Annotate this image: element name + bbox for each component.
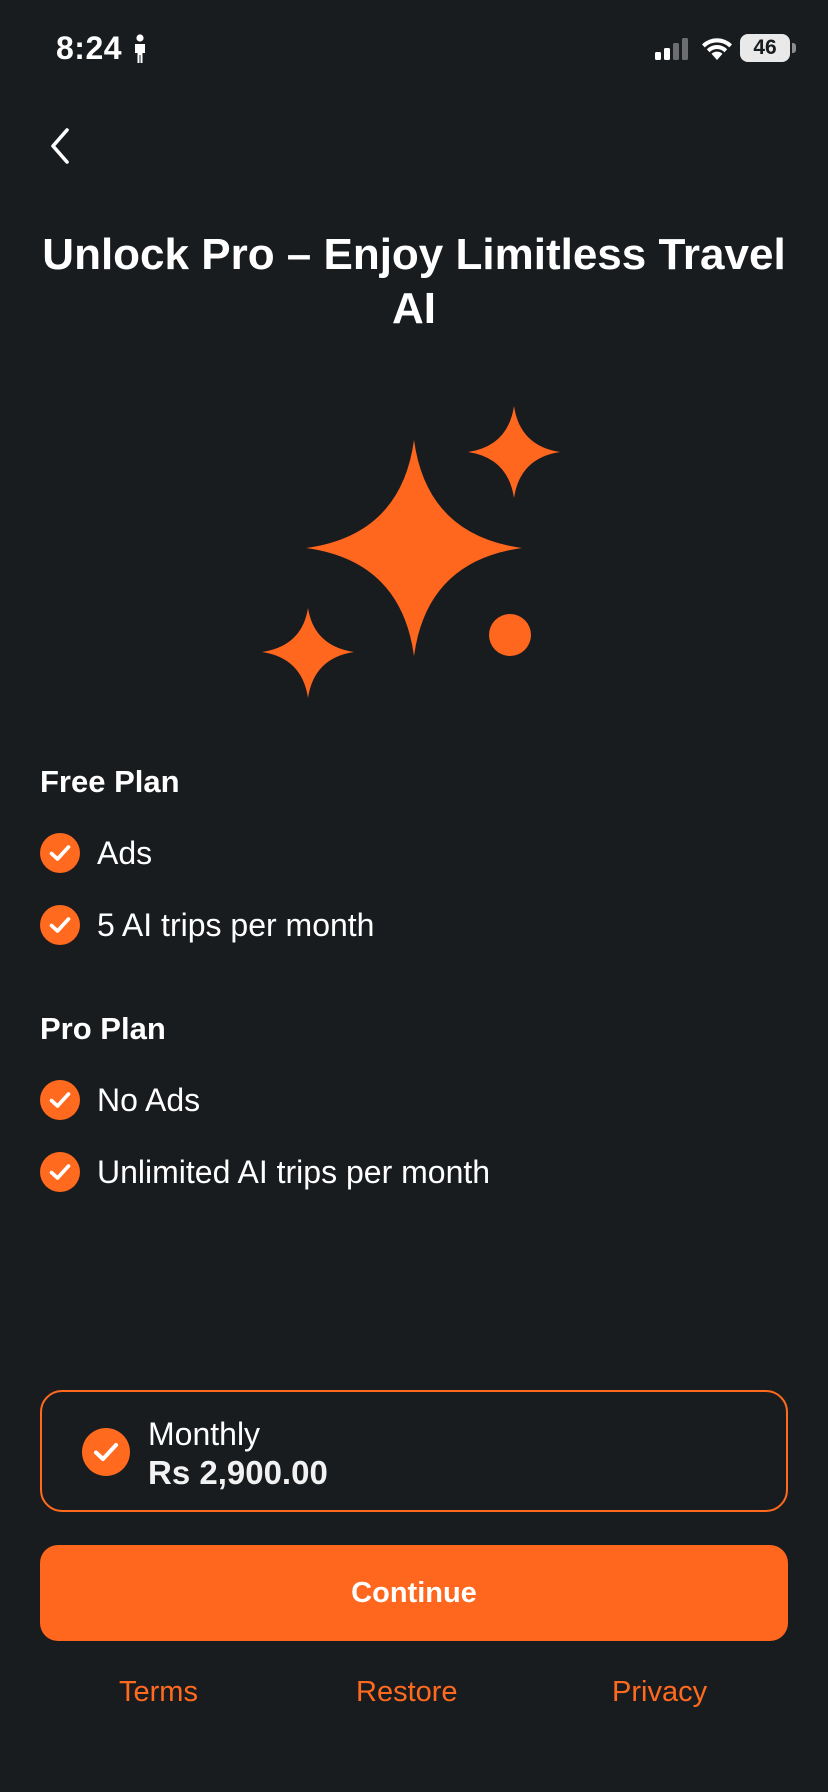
check-icon [40, 1080, 80, 1120]
status-time: 8:24 [56, 30, 123, 66]
feature-label: 5 AI trips per month [97, 906, 375, 943]
cellular-signal-icon [654, 38, 690, 67]
privacy-link[interactable]: Privacy [612, 1670, 707, 1714]
terms-link[interactable]: Terms [119, 1670, 198, 1714]
chevron-left-icon [51, 128, 69, 164]
list-item: 5 AI trips per month [40, 903, 374, 947]
sparkles-icon [240, 396, 580, 706]
monthly-plan-option[interactable]: Monthly Rs 2,900.00 [40, 1390, 788, 1512]
check-icon [40, 1152, 80, 1192]
list-item: Unlimited AI trips per month [40, 1150, 490, 1194]
feature-label: No Ads [97, 1081, 201, 1118]
feature-label: Unlimited AI trips per month [97, 1153, 491, 1190]
wifi-icon [700, 36, 734, 67]
page-title: Unlock Pro – Enjoy Limitless Travel AI [42, 230, 786, 333]
restore-link[interactable]: Restore [356, 1670, 458, 1714]
back-button[interactable] [36, 118, 84, 174]
person-icon [132, 34, 148, 69]
battery-tip [792, 43, 796, 53]
pro-plan-heading: Pro Plan [40, 1011, 166, 1046]
plan-price: Rs 2,900.00 [148, 1454, 328, 1491]
battery-indicator: 46 [740, 34, 790, 62]
check-icon [40, 905, 80, 945]
feature-label: Ads [97, 834, 153, 871]
free-plan-heading: Free Plan [40, 764, 180, 799]
continue-button[interactable]: Continue [40, 1545, 788, 1641]
selected-check-icon [82, 1428, 130, 1476]
list-item: No Ads [40, 1078, 200, 1122]
plan-name: Monthly [148, 1416, 261, 1452]
status-bar: 8:24 46 [0, 0, 828, 100]
check-icon [40, 833, 80, 873]
list-item: Ads [40, 831, 152, 875]
